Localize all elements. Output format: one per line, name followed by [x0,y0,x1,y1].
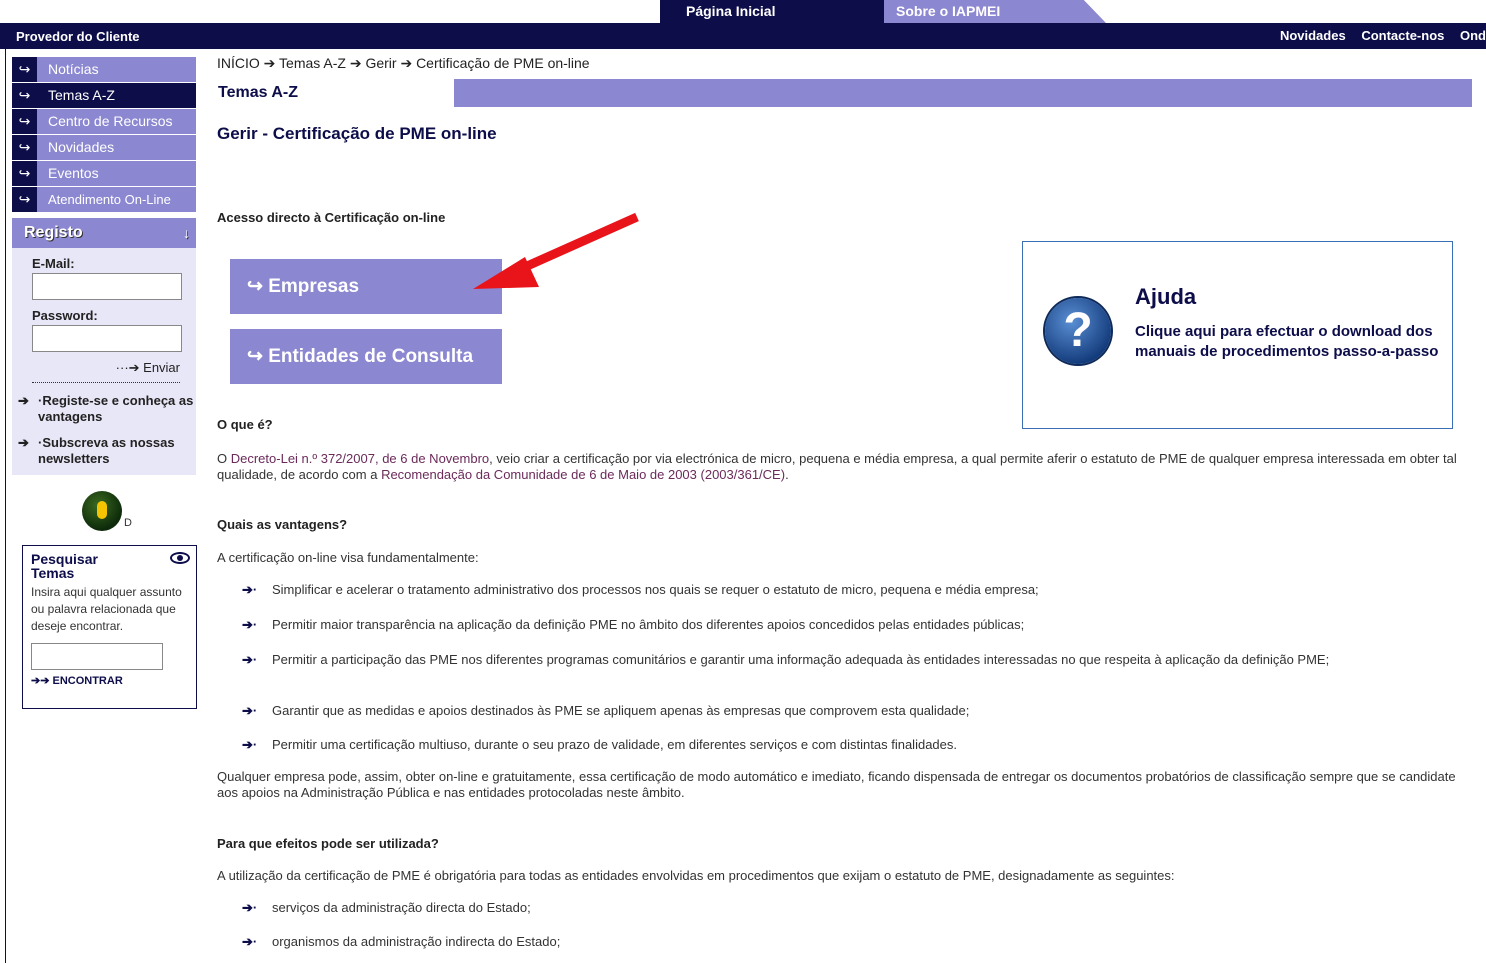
bullet-arrow-icon: ➔· [242,900,258,915]
acesso-label: Acesso directo à Certificação on-line [217,210,446,225]
dotted-divider [32,382,180,383]
registe-link[interactable]: ➔ ·Registe-se e conheça as vantagens [18,393,196,425]
sidebar-item-temas[interactable]: ↪ Temas A-Z [12,83,196,108]
recomendacao-link[interactable]: Recomendação da Comunidade de 6 de Maio … [381,467,785,482]
top-bar: Provedor do Cliente Novidades Contacte-n… [0,23,1486,49]
bullet-arrow-icon: ➔· [242,652,258,667]
breadcrumb: INÍCIO ➔ Temas A-Z ➔ Gerir ➔ Certificaçã… [217,55,590,71]
oque-paragraph: O Decreto-Lei n.º 372/2007, de 6 de Nove… [217,451,1457,483]
arrow-icon: ↪ [12,187,37,212]
email-label: E-Mail: [32,256,75,271]
list-item: ➔· organismos da administração indirecta … [242,934,1452,950]
sidebar-item-label: Eventos [48,165,99,181]
list-item-text: serviços da administração directa do Est… [272,900,531,915]
arrow-icon: ↪ [12,135,37,160]
list-item: ➔· Permitir a participação das PME nos di… [242,652,1452,668]
sidebar-item-atendimento[interactable]: ↪ Atendimento On-Line [12,187,196,212]
oque-text-post: . [785,467,789,482]
eye-icon [170,552,190,564]
search-panel: Pesquisar Temas Insira aqui qualquer ass… [22,545,197,709]
list-item: ➔· Permitir maior transparência na aplica… [242,617,1452,633]
enviar-button[interactable]: ···➔ Enviar [12,360,180,376]
accessibility-icon[interactable]: D [82,491,132,531]
decreto-link[interactable]: Decreto-Lei n.º 372/2007, de 6 de Novemb… [231,451,489,466]
sidebar-item-label: Centro de Recursos [48,113,173,129]
list-item-text: Garantir que as medidas e apoios destina… [272,703,970,718]
vantagens-heading: Quais as vantagens? [217,517,348,532]
newsletter-link[interactable]: ➔ ·Subscreva as nossas newsletters [18,435,196,467]
sidebar-item-label: Atendimento On-Line [48,192,171,207]
arrow-icon: ↪ [12,161,37,186]
header-decoration [414,79,1472,107]
contacte-link[interactable]: Contacte-nos [1361,28,1444,43]
list-item-text: Permitir uma certificação multiuso, dura… [272,737,957,752]
sidebar-item-noticias[interactable]: ↪ Notícias [12,57,196,82]
novidades-link[interactable]: Novidades [1280,28,1346,43]
bullet-arrow-icon: ➔· [242,737,258,752]
efeitos-intro: A utilização da certificação de PME é ob… [217,868,1175,883]
arrow-icon: ➔ [18,435,29,450]
vantagens-intro: A certificação on-line visa fundamentalm… [217,550,479,565]
encontrar-button[interactable]: ➔➔ ENCONTRAR [31,674,188,687]
sidebar-item-label: Novidades [48,139,115,155]
section-header: Temas A-Z [214,79,454,107]
arrow-icon: ↪ [12,83,37,108]
newsletter-link-label: ·Subscreva as nossas newsletters [38,435,175,466]
search-description: Insira aqui qualquer assunto ou palavra … [31,585,182,633]
ajuda-link[interactable]: Clique aqui para efectuar o download dos… [1135,322,1440,362]
main-content: INÍCIO ➔ Temas A-Z ➔ Gerir ➔ Certificaçã… [214,49,1472,949]
onde-link[interactable]: Ond [1460,28,1486,43]
search-input[interactable] [31,643,163,670]
arrow-icon: ➔ [18,393,29,408]
registo-title: Registo [24,224,83,241]
list-item-text: Permitir a participação das PME nos dife… [272,652,1330,667]
list-item-text: Simplificar e acelerar o tratamento admi… [272,582,1039,597]
provedor-link[interactable]: Provedor do Cliente [16,29,140,44]
sidebar-item-novidades[interactable]: ↪ Novidades [12,135,196,160]
list-item-text: Permitir maior transparência na aplicaçã… [272,617,1025,632]
sidebar-item-label: Temas A-Z [48,87,115,103]
tab-about[interactable]: Sobre o IAPMEI [884,0,1106,23]
page-title: Gerir - Certificação de PME on-line [217,124,497,143]
ajuda-title: Ajuda [1135,284,1197,309]
ajuda-box[interactable]: ? Ajuda Clique aqui para efectuar o down… [1022,241,1453,429]
list-item: ➔· serviços da administração directa do E… [242,900,1452,916]
efeitos-heading: Para que efeitos pode ser utilizada? [217,836,439,851]
tab-home[interactable]: Página Inicial [660,0,892,23]
list-item: ➔· Permitir uma certificação multiuso, du… [242,737,1452,753]
sidebar-item-recursos[interactable]: ↪ Centro de Recursos [12,109,196,134]
entidades-button[interactable]: ↪ Entidades de Consulta [230,329,502,384]
arrow-icon: ↪ [12,57,37,82]
section-header-bar: Temas A-Z [214,79,1472,107]
accessibility-label: D [124,517,132,529]
oque-heading: O que é? [217,417,273,432]
list-item: ➔· Garantir que as medidas e apoios desti… [242,703,1452,719]
list-item: ➔· Simplificar e acelerar o tratamento ad… [242,582,1452,598]
annotation-arrow-icon [473,212,639,289]
bullet-arrow-icon: ➔· [242,617,258,632]
registo-panel: Registo ↓ E-Mail: Password: ···➔ Enviar … [12,218,196,475]
registe-link-label: ·Registe-se e conheça as vantagens [38,393,194,424]
key-icon [97,501,107,519]
sidebar-item-label: Notícias [48,61,99,77]
bullet-arrow-icon: ➔· [242,703,258,718]
left-sidebar: ↪ Notícias ↪ Temas A-Z ↪ Centro de Recursos… [5,49,197,963]
help-icon: ? [1045,298,1111,364]
vantagens-outro: Qualquer empresa pode, assim, obter on-l… [217,769,1456,800]
bullet-arrow-icon: ➔· [242,934,258,949]
registo-header: Registo ↓ [12,218,196,248]
bullet-arrow-icon: ➔· [242,582,258,597]
top-links: Novidades Contacte-nos Ond [1268,28,1486,43]
search-title: Pesquisar Temas [31,551,98,581]
email-field[interactable] [32,273,182,300]
list-item-text: organismos da administração indirecta do… [272,934,561,949]
arrow-icon: ↪ [12,109,37,134]
top-tabs: Página Inicial Sobre o IAPMEI [0,0,1486,23]
password-field[interactable] [32,325,182,352]
oque-text-pre: O [217,451,231,466]
password-label: Password: [32,308,98,323]
down-arrow-icon[interactable]: ↓ [183,218,190,248]
empresas-button[interactable]: ↪ Empresas [230,259,502,314]
sidebar-item-eventos[interactable]: ↪ Eventos [12,161,196,186]
